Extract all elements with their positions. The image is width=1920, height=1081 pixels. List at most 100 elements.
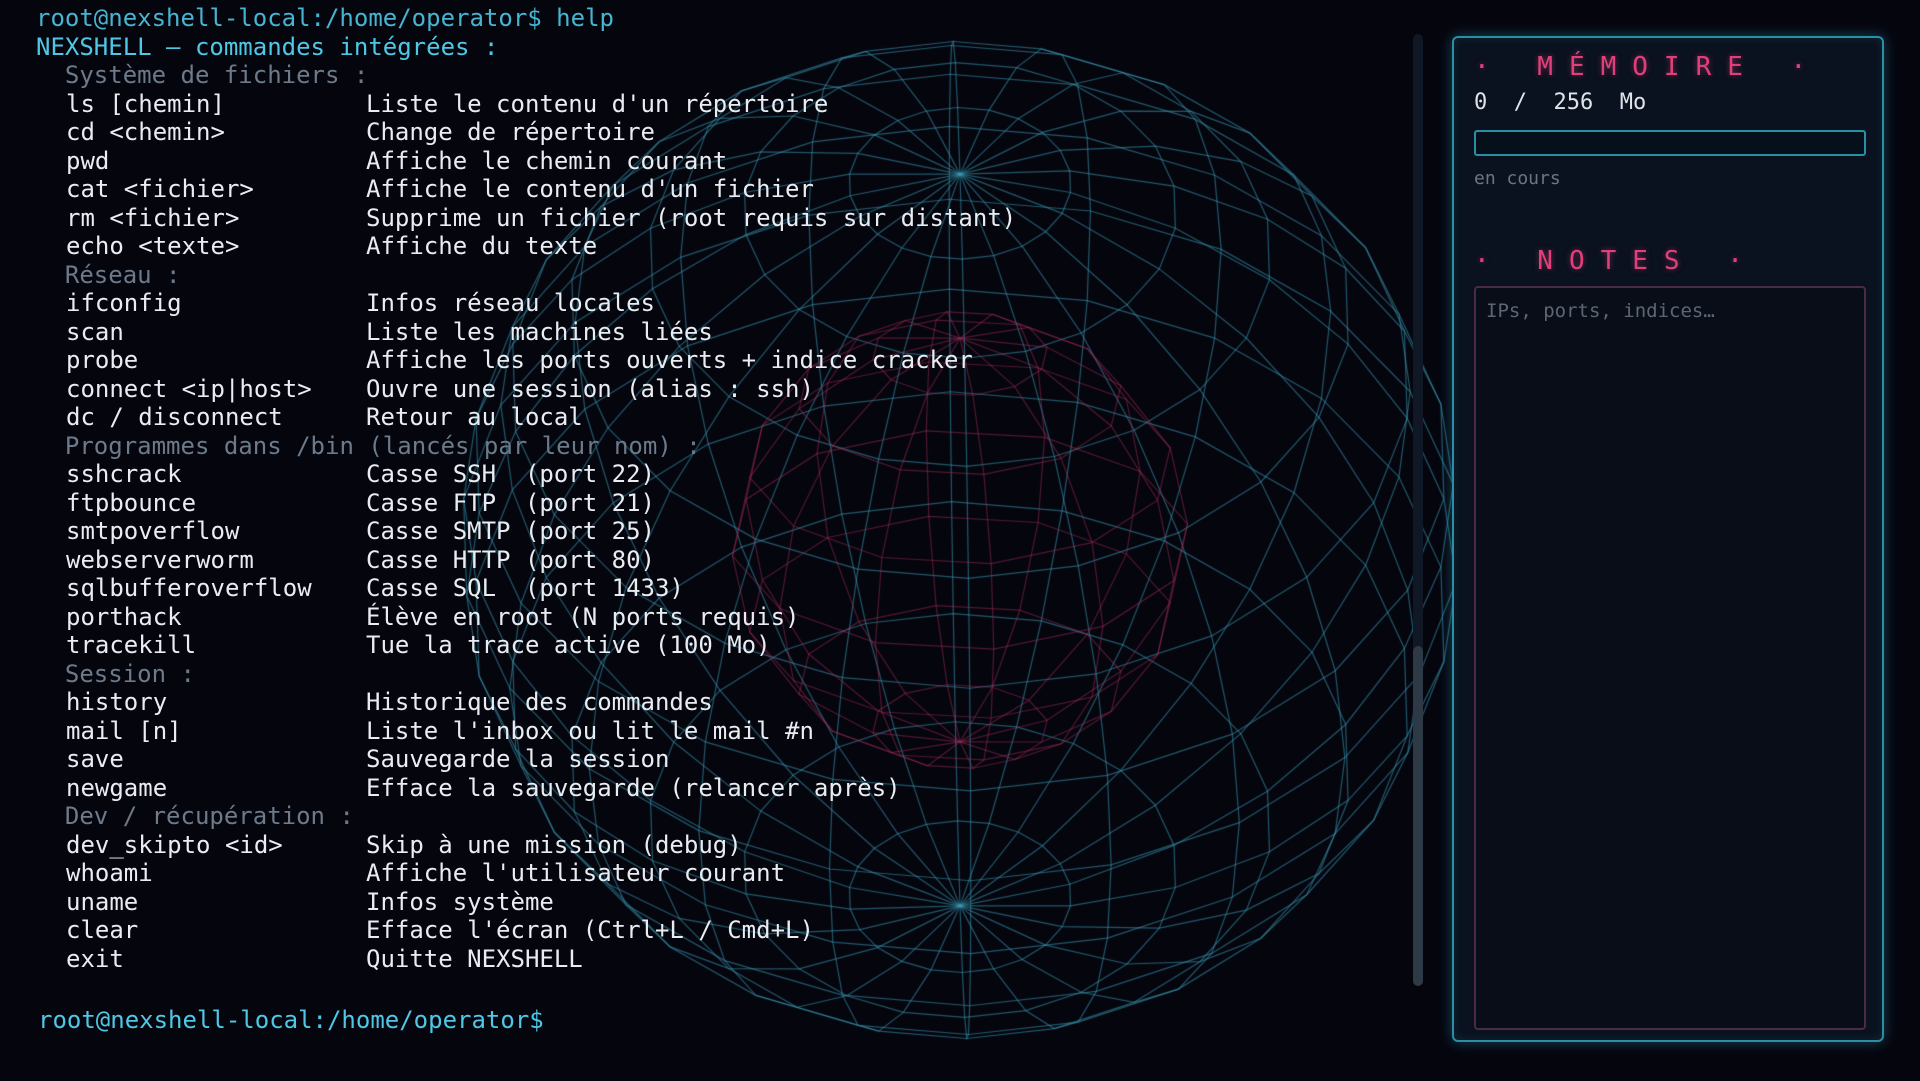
command-description: Casse HTTP (port 80) [366, 545, 655, 574]
command-description: Skip à une mission (debug) [366, 830, 742, 859]
command-name: uname [66, 887, 139, 916]
command-name: porthack [66, 602, 182, 631]
terminal-command-row: ftpbounce Casse FTP (port 21) [36, 489, 1016, 518]
command-name: connect <ip|host> [66, 374, 312, 403]
memory-progress-bar [1474, 130, 1866, 156]
terminal-previous-command: root@nexshell-local:/home/operator$ help [36, 4, 614, 32]
side-panel: · MÉMOIRE · 0 / 256 Mo en cours · NOTES … [1452, 36, 1884, 1042]
command-name: ls [chemin] [66, 89, 225, 118]
command-name: tracekill [66, 631, 197, 659]
terminal-command-row: smtpoverflow Casse SMTP (port 25) [36, 517, 1016, 546]
command-name: probe [66, 346, 139, 374]
terminal-command-row: probe Affiche les ports ouverts + indice … [36, 346, 1016, 375]
command-name: history [66, 688, 168, 716]
terminal-command-row: save Sauvegarde la session [36, 745, 1016, 774]
command-description: Liste le contenu d'un répertoire [366, 89, 829, 118]
command-name: dc / disconnect [66, 403, 283, 431]
command-description: Casse SSH (port 22) [366, 460, 655, 488]
command-name: pwd [66, 146, 110, 175]
command-name: ifconfig [66, 289, 182, 317]
command-description: Affiche le contenu d'un fichier [366, 175, 814, 203]
command-name: newgame [66, 773, 168, 802]
terminal-command-row: dev_skipto <id> Skip à une mission (debug… [36, 831, 1016, 860]
command-description: Affiche du texte [366, 232, 598, 260]
command-description: Historique des commandes [366, 688, 713, 716]
command-description: Infos système [366, 887, 554, 916]
terminal-command-row: ifconfig Infos réseau locales [36, 289, 1016, 318]
command-name: whoami [66, 859, 153, 887]
command-description: Affiche l'utilisateur courant [366, 859, 786, 887]
command-name: sshcrack [66, 460, 182, 488]
terminal-lines: root@nexshell-local:/home/operator$ help… [36, 4, 1016, 973]
section-heading-text: Programmes dans /bin (lancés par leur no… [64, 431, 701, 460]
terminal-command-row: rm <fichier> Supprime un fichier (root re… [36, 204, 1016, 233]
terminal-section-heading: Réseau : [36, 261, 1016, 290]
terminal-section-heading: Dev / récupération : [36, 802, 1016, 831]
command-description: Efface la sauvegarde (relancer après) [366, 773, 901, 802]
section-heading-text: Dev / récupération : [64, 802, 354, 830]
section-heading-text: Système de fichiers : [64, 61, 369, 89]
terminal-command-row: history Historique des commandes [36, 688, 1016, 717]
notes-textarea[interactable] [1474, 286, 1866, 1030]
terminal-section-heading: Système de fichiers : [36, 61, 1016, 90]
command-description: Infos réseau locales [366, 289, 655, 317]
memory-status: en cours [1474, 168, 1561, 189]
command-name: clear [66, 916, 139, 944]
command-name: ftpbounce [66, 488, 197, 517]
terminal-output[interactable]: root@nexshell-local:/home/operator$ help… [0, 0, 1420, 1081]
command-description: Sauvegarde la session [366, 745, 670, 773]
command-description: Quitte NEXSHELL [366, 944, 583, 973]
command-description: Retour au local [366, 403, 583, 431]
notes-title: · NOTES · [1474, 246, 1759, 276]
command-description: Supprime un fichier (root requis sur dis… [366, 203, 1017, 232]
command-name: exit [66, 944, 124, 973]
terminal-prompt[interactable]: root@nexshell-local:/home/operator$ [38, 1006, 544, 1034]
terminal-command-row: connect <ip|host> Ouvre une session (alia… [36, 375, 1016, 404]
terminal-command-row: exit Quitte NEXSHELL [36, 945, 1016, 974]
memory-total: 256 [1553, 90, 1594, 115]
command-name: cd <chemin> [66, 118, 225, 146]
command-name: cat <fichier> [66, 175, 254, 203]
terminal-command-row: clear Efface l'écran (Ctrl+L / Cmd+L) [36, 916, 1016, 945]
memory-unit: Mo [1619, 90, 1647, 115]
command-name: echo <texte> [66, 232, 240, 260]
command-description: Tue la trace active (100 Mo) [366, 631, 771, 659]
memory-separator: / [1513, 90, 1527, 115]
terminal-command-row: dc / disconnect Retour au local [36, 403, 1016, 432]
command-name: smtpoverflow [66, 517, 240, 545]
command-description: Casse SMTP (port 25) [366, 517, 655, 545]
terminal-command-row: tracekill Tue la trace active (100 Mo) [36, 631, 1016, 660]
command-description: Ouvre une session (alias : ssh) [366, 374, 814, 403]
command-name: mail [n] [66, 716, 182, 745]
terminal-command-row: uname Infos système [36, 888, 1016, 917]
command-description: Casse FTP (port 21) [366, 488, 655, 517]
command-description: Affiche le chemin courant [366, 146, 728, 175]
memory-title: · MÉMOIRE · [1474, 52, 1823, 82]
command-name: save [66, 745, 124, 773]
command-description: Liste les machines liées [366, 317, 713, 346]
command-name: dev_skipto <id> [66, 830, 283, 859]
command-description: Casse SQL (port 1433) [366, 574, 684, 602]
terminal-command-row: sshcrack Casse SSH (port 22) [36, 460, 1016, 489]
command-description: Affiche les ports ouverts + indice crack… [366, 346, 973, 374]
terminal-help-title: NEXSHELL — commandes intégrées : [36, 32, 499, 61]
memory-readout: 0 / 256 Mo [1474, 90, 1646, 115]
terminal-command-row: whoami Affiche l'utilisateur courant [36, 859, 1016, 888]
terminal-command-row: echo <texte> Affiche du texte [36, 232, 1016, 261]
section-heading-text: Session : [64, 659, 195, 688]
section-heading-text: Réseau : [64, 260, 181, 289]
terminal-command-row: cd <chemin> Change de répertoire [36, 118, 1016, 147]
command-name: rm <fichier> [66, 203, 240, 232]
command-description: Élève en root (N ports requis) [366, 602, 800, 631]
terminal-command-row: mail [n] Liste l'inbox ou lit le mail #n [36, 717, 1016, 746]
terminal-section-heading: Session : [36, 660, 1016, 689]
terminal-command-row: newgame Efface la sauvegarde (relancer ap… [36, 774, 1016, 803]
command-description: Liste l'inbox ou lit le mail #n [366, 716, 814, 745]
command-description: Efface l'écran (Ctrl+L / Cmd+L) [366, 916, 814, 944]
terminal-scrollbar-thumb[interactable] [1413, 646, 1423, 986]
command-name: scan [66, 317, 124, 346]
command-name: sqlbufferoverflow [66, 574, 312, 602]
terminal-command-row: ls [chemin] Liste le contenu d'un réperto… [36, 90, 1016, 119]
terminal-command-row: pwd Affiche le chemin courant [36, 147, 1016, 176]
terminal-section-heading: Programmes dans /bin (lancés par leur no… [36, 432, 1016, 461]
